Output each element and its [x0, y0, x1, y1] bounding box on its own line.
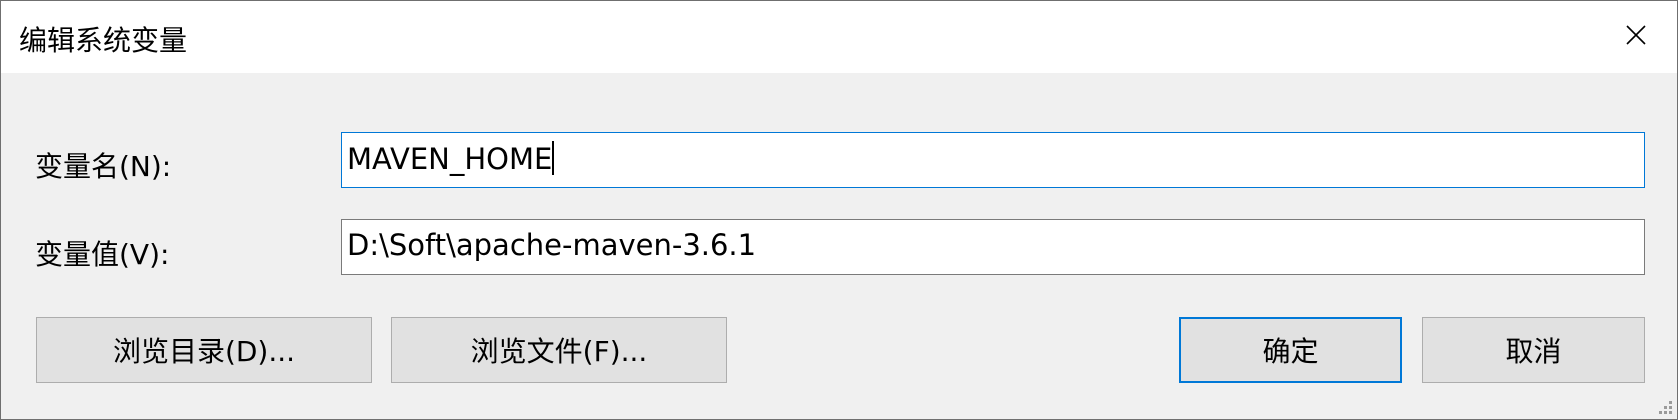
dialog-title: 编辑系统变量	[19, 24, 188, 57]
variable-name-value: MAVEN_HOME	[347, 142, 553, 176]
title-bar[interactable]: 编辑系统变量	[1, 1, 1677, 73]
variable-value-input[interactable]: D:\Soft\apache-maven-3.6.1	[341, 219, 1645, 275]
variable-name-input[interactable]: MAVEN_HOME	[341, 132, 1645, 188]
browse-directory-label: 浏览目录(D)...	[112, 335, 296, 368]
browse-file-button[interactable]: 浏览文件(F)...	[391, 317, 727, 383]
resize-grip-icon[interactable]	[1657, 399, 1673, 415]
cancel-button[interactable]: 取消	[1422, 317, 1645, 383]
text-caret	[552, 141, 555, 175]
variable-value-value: D:\Soft\apache-maven-3.6.1	[347, 228, 757, 262]
close-icon	[1626, 25, 1646, 45]
variable-name-label: 变量名(N):	[35, 150, 172, 183]
close-button[interactable]	[1611, 17, 1661, 57]
variable-value-label: 变量值(V):	[35, 238, 170, 271]
browse-file-label: 浏览文件(F)...	[470, 335, 648, 368]
ok-label: 确定	[1262, 335, 1319, 368]
cancel-label: 取消	[1505, 335, 1562, 368]
edit-system-variable-dialog: 编辑系统变量 变量名(N): MAVEN_HOME 变量值(V): D:\Sof…	[0, 0, 1678, 420]
ok-button[interactable]: 确定	[1179, 317, 1402, 383]
browse-directory-button[interactable]: 浏览目录(D)...	[36, 317, 372, 383]
